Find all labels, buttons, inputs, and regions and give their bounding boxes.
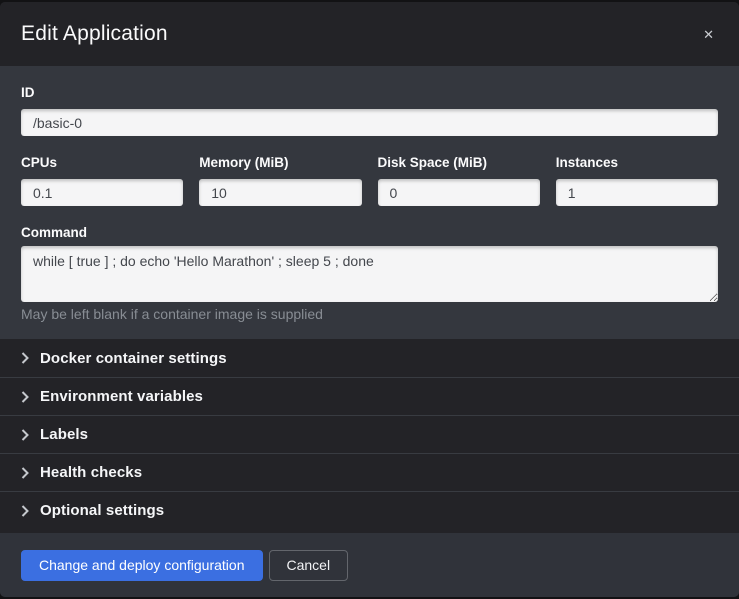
- modal-title: Edit Application: [21, 22, 168, 46]
- instances-input[interactable]: [556, 179, 718, 206]
- memory-input[interactable]: [199, 179, 361, 206]
- memory-field-group: Memory (MiB): [199, 156, 361, 206]
- command-field-group: Command while [ true ] ; do echo 'Hello …: [21, 226, 718, 322]
- id-field-group: ID: [21, 86, 718, 136]
- close-icon[interactable]: ✕: [699, 24, 718, 45]
- cancel-button[interactable]: Cancel: [269, 550, 349, 581]
- section-environment-variables[interactable]: Environment variables: [0, 377, 739, 415]
- modal-footer: Change and deploy configuration Cancel: [0, 533, 739, 597]
- cpus-field-group: CPUs: [21, 156, 183, 206]
- cpus-input[interactable]: [21, 179, 183, 206]
- resource-fields-row: CPUs Memory (MiB) Disk Space (MiB) Insta…: [21, 156, 718, 206]
- chevron-right-icon: [21, 429, 29, 441]
- section-label: Optional settings: [40, 502, 164, 519]
- id-label: ID: [21, 86, 718, 100]
- command-label: Command: [21, 226, 718, 240]
- collapsible-sections: Docker container settings Environment va…: [0, 339, 739, 533]
- memory-label: Memory (MiB): [199, 156, 361, 170]
- disk-label: Disk Space (MiB): [378, 156, 540, 170]
- instances-field-group: Instances: [556, 156, 718, 206]
- section-label: Docker container settings: [40, 350, 227, 367]
- section-health-checks[interactable]: Health checks: [0, 453, 739, 491]
- chevron-right-icon: [21, 505, 29, 517]
- section-docker-container-settings[interactable]: Docker container settings: [0, 339, 739, 377]
- command-help-text: May be left blank if a container image i…: [21, 307, 718, 322]
- section-labels[interactable]: Labels: [0, 415, 739, 453]
- cpus-label: CPUs: [21, 156, 183, 170]
- command-textarea[interactable]: while [ true ] ; do echo 'Hello Marathon…: [21, 246, 718, 302]
- section-label: Environment variables: [40, 388, 203, 405]
- chevron-right-icon: [21, 391, 29, 403]
- disk-input[interactable]: [378, 179, 540, 206]
- instances-label: Instances: [556, 156, 718, 170]
- edit-application-modal: Edit Application ✕ ID CPUs Memory (MiB) …: [0, 2, 739, 597]
- section-label: Labels: [40, 426, 88, 443]
- id-input[interactable]: [21, 109, 718, 136]
- chevron-right-icon: [21, 352, 29, 364]
- change-and-deploy-button[interactable]: Change and deploy configuration: [21, 550, 263, 581]
- application-form: ID CPUs Memory (MiB) Disk Space (MiB) In…: [0, 66, 739, 339]
- modal-header: Edit Application ✕: [0, 2, 739, 66]
- section-label: Health checks: [40, 464, 142, 481]
- disk-field-group: Disk Space (MiB): [378, 156, 540, 206]
- section-optional-settings[interactable]: Optional settings: [0, 491, 739, 529]
- chevron-right-icon: [21, 467, 29, 479]
